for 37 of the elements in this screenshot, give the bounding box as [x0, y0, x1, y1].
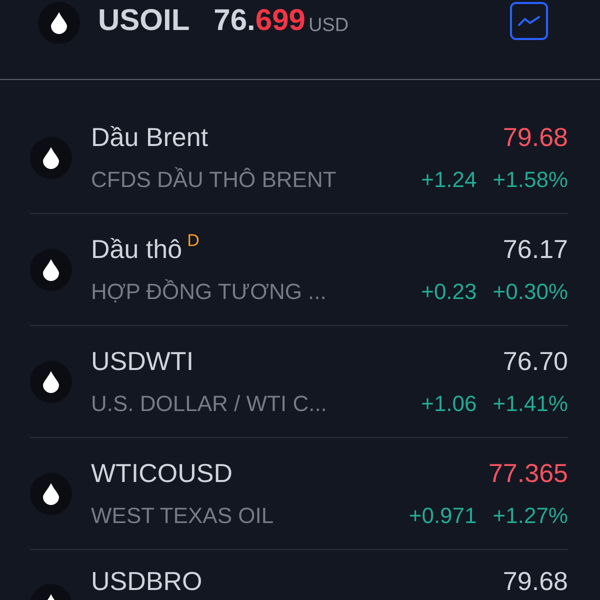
price-change: +1.24 [421, 167, 477, 193]
symbol-name: USDBRO [91, 566, 202, 597]
currency-label: USD [308, 15, 349, 37]
drop-icon [43, 146, 59, 168]
percent-change: +1.41% [492, 391, 568, 417]
line-chart-icon [518, 15, 540, 27]
price-change: +0.23 [421, 279, 477, 305]
symbol-title: USOIL [98, 4, 190, 38]
symbol-row[interactable]: USDBRO 79.68 [30, 550, 568, 600]
chart-button[interactable] [510, 2, 548, 40]
symbol-name: Dầu thô [91, 234, 182, 265]
symbol-description: CFDS DẦU THÔ BRENT [91, 167, 336, 193]
symbol-description: U.S. DOLLAR / WTI C... [91, 391, 327, 417]
symbol-name: WTICOUSD [91, 458, 233, 489]
symbol-name: Dầu Brent [91, 122, 208, 153]
price-change: +0.971 [408, 503, 477, 529]
symbol-price: 76.17 [502, 234, 568, 265]
percent-change: +1.58% [492, 167, 568, 193]
percent-change: +0.30% [492, 279, 568, 305]
percent-change: +1.27% [492, 503, 568, 529]
drop-icon [43, 258, 59, 280]
symbol-price: 79.68 [502, 122, 568, 153]
symbol-description: WEST TEXAS OIL [91, 503, 274, 529]
symbol-name: USDWTI [91, 346, 194, 377]
header-price: 76.699 [214, 4, 306, 38]
symbol-row[interactable]: USDWTI 76.70 U.S. DOLLAR / WTI C... +1.06 +1.41% [30, 326, 568, 438]
symbol-price: 76.70 [502, 346, 568, 377]
drop-icon [51, 12, 67, 34]
symbol-description: HỢP ĐỒNG TƯƠNG ... [91, 279, 326, 305]
symbol-price: 77.365 [488, 458, 568, 489]
drop-icon [43, 482, 59, 504]
symbol-price: 79.68 [502, 566, 568, 597]
symbol-row[interactable]: WTICOUSD 77.365 WEST TEXAS OIL +0.971 +1.27% [30, 438, 568, 550]
price-change: +1.06 [421, 391, 477, 417]
symbol-row[interactable]: Dầu Brent 79.68 CFDS DẦU THÔ BRENT +1.24 +1.58% [30, 102, 568, 214]
delayed-label: D [187, 231, 200, 251]
drop-icon [43, 370, 59, 392]
